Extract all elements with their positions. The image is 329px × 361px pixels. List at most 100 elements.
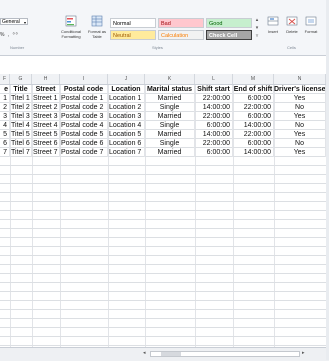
column-header[interactable]: I [60,74,108,84]
table-cell[interactable]: Street 6 [32,139,60,148]
header-cell[interactable]: End of shift [233,85,274,94]
header-cell[interactable]: e [0,85,10,94]
table-cell[interactable]: Married [145,94,195,103]
increase-decimal-icon[interactable]: ⁰⁰ [13,32,19,38]
empty-row[interactable] [0,247,329,256]
table-cell[interactable]: Yes [274,148,326,157]
delete-cells-button[interactable]: Delete [283,15,301,34]
header-cell[interactable]: Shift start [195,85,233,94]
column-header[interactable]: J [108,74,145,84]
number-format-dropdown[interactable]: General ▾ [0,18,28,25]
table-cell[interactable]: 6:00:00 [233,112,274,121]
table-cell[interactable]: Street 4 [32,121,60,130]
table-cell[interactable]: Location 6 [108,139,145,148]
style-neutral[interactable]: Neutral [110,30,156,40]
empty-row[interactable] [0,328,329,337]
empty-row[interactable] [0,193,329,202]
table-cell[interactable]: Yes [274,130,326,139]
table-cell[interactable]: Location 2 [108,103,145,112]
table-cell[interactable]: 6:00:00 [233,139,274,148]
empty-row[interactable] [0,202,329,211]
table-cell[interactable]: 22:00:00 [233,103,274,112]
table-cell[interactable]: Married [145,130,195,139]
table-cell[interactable]: Married [145,148,195,157]
empty-row[interactable] [0,157,329,166]
styles-scroll-down-icon[interactable]: ▾ [254,25,260,33]
header-cell[interactable]: Street [32,85,60,94]
table-cell[interactable]: 3 [0,112,10,121]
table-cell[interactable]: Single [145,103,195,112]
table-cell[interactable]: Titel 3 [10,112,32,121]
table-cell[interactable]: Location 3 [108,112,145,121]
header-cell[interactable]: Driver's license [274,85,326,94]
header-cell[interactable]: Title [10,85,32,94]
table-cell[interactable]: Location 7 [108,148,145,157]
spreadsheet-grid[interactable]: e Title Street Postal code Location Mari… [0,85,329,347]
table-cell[interactable]: Street 5 [32,130,60,139]
empty-row[interactable] [0,265,329,274]
table-cell[interactable]: No [274,139,326,148]
table-cell[interactable]: Single [145,121,195,130]
table-cell[interactable]: Location 4 [108,121,145,130]
table-cell[interactable]: 2 [0,103,10,112]
column-header[interactable]: L [195,74,233,84]
table-cell[interactable]: Postal code 6 [60,139,108,148]
empty-row[interactable] [0,211,329,220]
table-cell[interactable]: Titel 7 [10,148,32,157]
table-cell[interactable]: 6 [0,139,10,148]
table-cell[interactable]: Postal code 4 [60,121,108,130]
table-cell[interactable]: Street 3 [32,112,60,121]
column-header[interactable]: K [145,74,195,84]
table-cell[interactable]: Postal code 1 [60,94,108,103]
empty-row[interactable] [0,256,329,265]
column-header[interactable]: F [0,74,10,84]
table-cell[interactable]: 4 [0,121,10,130]
styles-scroll-up-icon[interactable]: ▴ [254,17,260,25]
table-cell[interactable]: 14:00:00 [233,148,274,157]
empty-row[interactable] [0,310,329,319]
table-cell[interactable]: Location 1 [108,94,145,103]
empty-row[interactable] [0,301,329,310]
header-cell[interactable]: Location [108,85,145,94]
table-cell[interactable]: Street 7 [32,148,60,157]
empty-row[interactable] [0,184,329,193]
table-cell[interactable]: 14:00:00 [195,103,233,112]
style-check-cell[interactable]: Check Cell [206,30,252,40]
insert-cells-button[interactable]: Insert [264,15,282,34]
table-cell[interactable]: Street 1 [32,94,60,103]
column-header[interactable]: H [32,74,60,84]
number-format-icons[interactable]: % , ⁰⁰ [0,32,19,38]
table-cell[interactable]: Single [145,139,195,148]
table-cell[interactable]: No [274,103,326,112]
style-good[interactable]: Good [206,18,252,28]
table-cell[interactable]: 5 [0,130,10,139]
style-bad[interactable]: Bad [158,18,204,28]
empty-row[interactable] [0,337,329,346]
empty-row[interactable] [0,274,329,283]
table-cell[interactable]: 6:00:00 [233,94,274,103]
column-header[interactable]: M [233,74,274,84]
table-cell[interactable]: Yes [274,112,326,121]
table-cell[interactable]: 7 [0,148,10,157]
table-cell[interactable]: 1 [0,94,10,103]
scrollbar-thumb[interactable] [161,352,181,356]
table-cell[interactable]: Titel 2 [10,103,32,112]
table-cell[interactable]: Street 2 [32,103,60,112]
style-calculation[interactable]: Calculation [158,30,204,40]
empty-row[interactable] [0,175,329,184]
format-as-table-button[interactable]: Format as Table [84,15,110,39]
comma-style-icon[interactable]: , [8,32,10,38]
table-cell[interactable]: 22:00:00 [195,139,233,148]
empty-row[interactable] [0,220,329,229]
column-header[interactable]: N [274,74,326,84]
table-cell[interactable]: Postal code 2 [60,103,108,112]
table-cell[interactable]: Postal code 7 [60,148,108,157]
empty-row[interactable] [0,229,329,238]
table-cell[interactable]: 14:00:00 [195,130,233,139]
empty-row[interactable] [0,292,329,301]
empty-row[interactable] [0,238,329,247]
table-cell[interactable]: 22:00:00 [195,112,233,121]
empty-row[interactable] [0,319,329,328]
scroll-right-icon[interactable]: ▸ [302,350,305,356]
table-cell[interactable]: 6:00:00 [195,148,233,157]
